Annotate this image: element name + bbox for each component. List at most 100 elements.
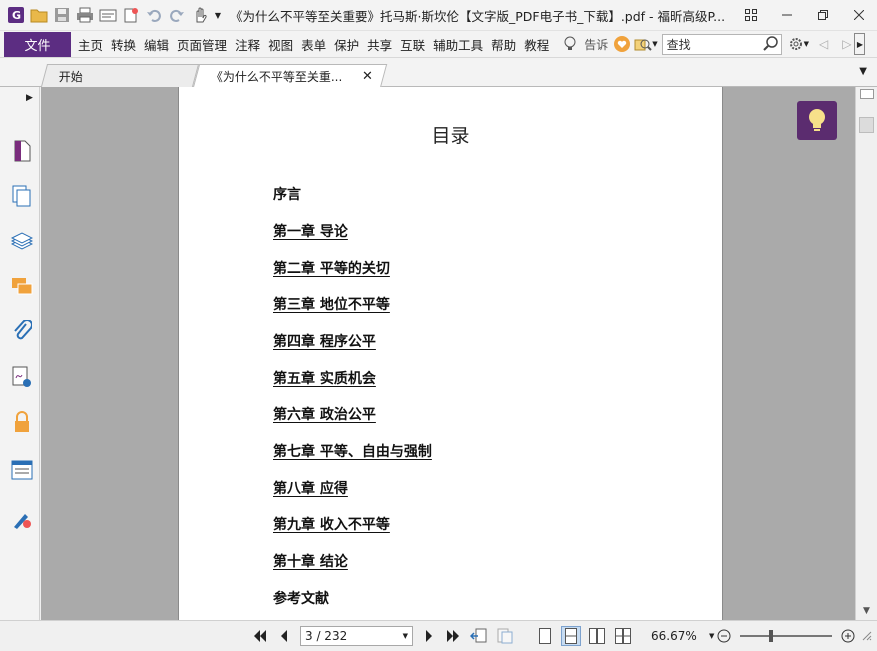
menu-comment[interactable]: 注释 (232, 35, 263, 54)
status-bar: 3 / 232 ▼ 66.67% ▼ (0, 620, 877, 651)
scroll-thumb[interactable] (859, 117, 874, 133)
toc-item[interactable]: 第七章 平等、自由与强制 (273, 441, 432, 461)
search-field[interactable]: 查找 (661, 33, 782, 55)
next-view-icon[interactable] (495, 626, 515, 646)
toc-item[interactable]: 第十章 结论 (273, 551, 348, 571)
page-thumbnails-icon[interactable] (10, 184, 34, 208)
undo-icon[interactable] (144, 5, 164, 25)
tell-me-label[interactable]: 告诉 (584, 36, 608, 53)
nav-back-icon[interactable]: ◁ (819, 37, 828, 51)
nav-forward-icon[interactable]: ▷ (842, 37, 851, 51)
toc-item[interactable]: 第九章 收入不平等 (273, 514, 390, 534)
scan-icon[interactable] (98, 5, 118, 25)
certificate-icon[interactable] (10, 507, 34, 531)
toc-item[interactable]: 第六章 政治公平 (273, 404, 376, 424)
toc-item[interactable]: 序言 (273, 184, 301, 204)
quick-access-toolbar: G ▼ (0, 0, 226, 31)
search-input[interactable]: 查找 (667, 36, 691, 53)
first-page-icon[interactable] (250, 626, 270, 646)
ribbon-display-icon[interactable] (733, 0, 769, 31)
layers-icon[interactable] (10, 230, 34, 254)
restore-button[interactable] (805, 0, 841, 31)
tips-lightbulb-button[interactable] (797, 101, 837, 140)
menu-help[interactable]: 帮助 (488, 35, 519, 54)
lightbulb-tell-icon[interactable] (564, 36, 580, 52)
toc-item[interactable]: 参考文献 (273, 588, 329, 608)
form-fields-icon[interactable] (10, 458, 34, 482)
page-number-input[interactable]: 3 / 232 (305, 629, 347, 643)
page-number-box[interactable]: 3 / 232 ▼ (300, 626, 413, 646)
previous-view-icon[interactable] (469, 626, 489, 646)
zoom-slider-track (740, 635, 833, 637)
vertical-scrollbar[interactable]: ▼ (855, 87, 877, 620)
menu-view[interactable]: 视图 (265, 35, 296, 54)
menu-form[interactable]: 表单 (298, 35, 329, 54)
zoom-out-icon[interactable] (714, 626, 734, 646)
tab-start-label: 开始 (58, 69, 83, 84)
window-title: 《为什么不平等至关重要》托马斯·斯坎伦【文字版_PDF电子书_下载】.pdf -… (230, 8, 726, 24)
page-dropdown-icon[interactable]: ▼ (403, 632, 408, 640)
save-icon[interactable] (52, 5, 72, 25)
scroll-down-arrow[interactable]: ▼ (856, 604, 877, 618)
menu-accessibility[interactable]: 辅助工具 (430, 35, 486, 54)
toc-item[interactable]: 第八章 应得 (273, 478, 348, 498)
left-navigation-panel: ▶ (0, 87, 40, 620)
menu-convert[interactable]: 转换 (108, 35, 139, 54)
search-icon[interactable] (761, 35, 781, 54)
continuous-facing-icon[interactable] (613, 626, 633, 646)
toc-item[interactable]: 第二章 平等的关切 (273, 258, 390, 278)
tab-start[interactable]: 开始 (40, 64, 200, 87)
zoom-in-icon[interactable] (838, 626, 858, 646)
menu-page-management[interactable]: 页面管理 (174, 35, 230, 54)
tab-document-label: 《为什么不平等至关重... (210, 70, 343, 84)
menu-home[interactable]: 主页 (75, 35, 106, 54)
last-page-icon[interactable] (443, 626, 463, 646)
menu-protect[interactable]: 保护 (331, 35, 362, 54)
close-button[interactable] (841, 0, 877, 31)
expand-panel-icon[interactable]: ▶ (26, 93, 33, 103)
facing-pages-icon[interactable] (587, 626, 607, 646)
next-page-icon[interactable] (419, 626, 439, 646)
continuous-page-icon[interactable] (561, 626, 581, 646)
previous-page-icon[interactable] (274, 626, 294, 646)
svg-text:G: G (12, 9, 21, 22)
tab-list-dropdown-icon[interactable]: ▼ (859, 66, 867, 77)
attachment-icon[interactable] (10, 319, 34, 343)
zoom-level[interactable]: 66.67% (651, 629, 703, 643)
bookmark-icon[interactable] (10, 139, 34, 163)
new-document-icon[interactable] (121, 5, 141, 25)
menu-share[interactable]: 共享 (364, 35, 395, 54)
resize-grip-icon[interactable] (862, 631, 872, 641)
tab-document[interactable]: 《为什么不平等至关重... ✕ (192, 64, 388, 88)
tab-close-icon[interactable]: ✕ (362, 69, 373, 84)
open-folder-icon[interactable] (29, 5, 49, 25)
menu-tutorial[interactable]: 教程 (521, 35, 552, 54)
zoom-slider[interactable] (740, 630, 833, 642)
feedback-heart-icon[interactable] (614, 36, 631, 52)
print-icon[interactable] (75, 5, 95, 25)
scroll-up-arrow[interactable] (856, 87, 877, 101)
security-lock-icon[interactable] (10, 410, 34, 434)
signature-icon[interactable] (10, 365, 34, 389)
toc-item[interactable]: 第五章 实质机会 (273, 368, 376, 388)
hand-tool-icon[interactable] (190, 5, 210, 25)
toc-item[interactable]: 第一章 导论 (273, 221, 348, 241)
lightbulb-icon (808, 108, 826, 134)
file-menu-button[interactable]: 文件 (4, 31, 71, 57)
minimize-button[interactable] (769, 0, 805, 31)
tab-bar: 开始 《为什么不平等至关重... ✕ ▼ (0, 58, 877, 88)
redo-icon[interactable] (167, 5, 187, 25)
document-viewport[interactable]: 目录 序言 第一章 导论 第二章 平等的关切 第三章 地位不平等 第四章 程序公… (41, 87, 855, 620)
menu-connect[interactable]: 互联 (397, 35, 428, 54)
gear-icon[interactable]: ▼ (788, 36, 809, 52)
customize-dropdown-icon[interactable]: ▼ (213, 5, 223, 25)
comments-icon[interactable] (10, 275, 34, 299)
zoom-slider-knob[interactable] (769, 630, 774, 642)
toc-item[interactable]: 第四章 程序公平 (273, 331, 376, 351)
ribbon-expand-icon[interactable]: ▶ (854, 33, 866, 55)
app-logo-icon[interactable]: G (6, 5, 26, 25)
toc-item[interactable]: 第三章 地位不平等 (273, 294, 390, 314)
menu-edit[interactable]: 编辑 (141, 35, 172, 54)
single-page-icon[interactable] (535, 626, 555, 646)
find-settings-icon[interactable]: ▼ (634, 36, 658, 52)
